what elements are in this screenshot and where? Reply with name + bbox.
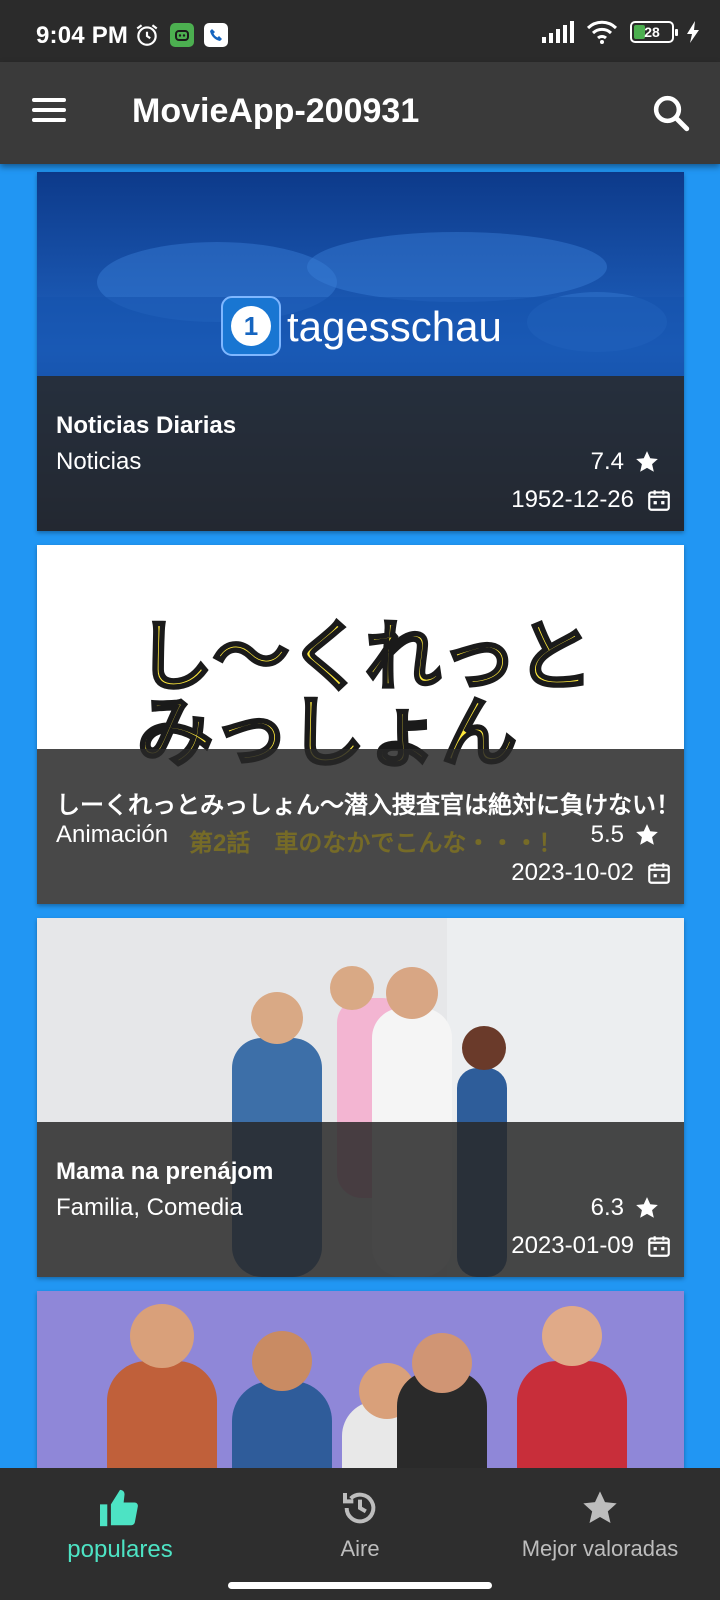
- movie-genre: Animación: [56, 821, 169, 848]
- star-icon: [636, 451, 658, 472]
- movie-genre: Familia, Comedia: [56, 1194, 243, 1221]
- signal-icon: [542, 21, 574, 43]
- movie-info-overlay: Mama na prenájom Familia, Comedia 6.3 20…: [37, 1122, 684, 1277]
- phone-app-icon: [204, 23, 228, 47]
- battery-level: 28: [644, 24, 660, 40]
- movie-info-overlay: 第2話 車のなかでこんな・・・！ しーくれっとみっしょん〜潜入捜査官は絶対に負け…: [37, 749, 684, 904]
- nav-item-mejor-valoradas[interactable]: Mejor valoradas: [480, 1468, 720, 1570]
- movie-genre: Noticias: [56, 448, 142, 475]
- bottom-navigation: populares Aire Mejor valoradas: [0, 1468, 720, 1570]
- nav-label: populares: [67, 1536, 173, 1563]
- calendar-icon: [648, 490, 670, 511]
- date-value: 2023-10-02: [511, 859, 634, 886]
- nav-label: Aire: [340, 1536, 380, 1561]
- calendar-icon: [648, 1236, 670, 1257]
- wifi-icon: [586, 20, 618, 44]
- status-notification-icons: [134, 22, 228, 48]
- calendar-icon: [648, 863, 670, 884]
- rating-value: 7.4: [590, 448, 624, 475]
- movie-list[interactable]: 1 tagesschau Noticias Diarias Noticias 7…: [0, 164, 720, 1468]
- rating-value: 6.3: [590, 1194, 624, 1221]
- status-bar: 9:04 PM 28: [0, 0, 720, 62]
- movie-card[interactable]: 1 tagesschau Noticias Diarias Noticias 7…: [37, 172, 684, 531]
- app-title: MovieApp-200931: [132, 92, 420, 130]
- movie-date: 2023-01-09: [511, 1232, 672, 1260]
- star-icon: [636, 824, 658, 845]
- movie-title: Noticias Diarias: [56, 412, 237, 439]
- movie-poster: [37, 1291, 684, 1468]
- movie-rating: 7.4: [591, 448, 660, 476]
- poster-subtitle: 第2話 車のなかでこんな・・・！: [189, 830, 563, 857]
- movie-info-overlay: Noticias Diarias Noticias 7.4 1952-12-26: [37, 376, 684, 531]
- gesture-navigation-bar[interactable]: [228, 1582, 492, 1589]
- charging-icon: [687, 21, 699, 43]
- nav-item-aire[interactable]: Aire: [240, 1468, 480, 1570]
- app-bar: MovieApp-200931: [0, 62, 720, 164]
- alarm-icon: [136, 24, 158, 46]
- movie-date: 2023-10-02: [511, 859, 672, 887]
- nav-item-populares[interactable]: populares: [0, 1468, 240, 1570]
- history-clock-icon: [343, 1492, 376, 1524]
- battery-icon: 28: [630, 21, 678, 43]
- poster-logo-text: tagesschau: [287, 303, 502, 350]
- movie-card[interactable]: し〜くれっと みっしょん 第2話 車のなかでこんな・・・！ しーくれっとみっしょ…: [37, 545, 684, 904]
- hamburger-menu-icon[interactable]: [30, 94, 70, 134]
- search-icon[interactable]: [650, 92, 692, 134]
- status-system-icons: 28: [542, 20, 700, 44]
- thumbs-up-icon: [100, 1489, 138, 1527]
- star-icon: [583, 1491, 617, 1523]
- gesture-area: [0, 1570, 720, 1600]
- bot-notification-icon: [170, 23, 194, 47]
- star-icon: [636, 1197, 658, 1218]
- date-value: 2023-01-09: [511, 1232, 634, 1259]
- movie-rating: 6.3: [591, 1194, 660, 1222]
- nav-label: Mejor valoradas: [521, 1536, 679, 1561]
- status-time: 9:04 PM: [36, 22, 129, 49]
- date-value: 1952-12-26: [511, 486, 634, 513]
- movie-rating: 5.5: [591, 821, 660, 849]
- movie-card[interactable]: [37, 1291, 684, 1468]
- movie-card[interactable]: Mama na prenájom Familia, Comedia 6.3 20…: [37, 918, 684, 1277]
- movie-title: しーくれっとみっしょん〜潜入捜査官は絶対に負けない！: [56, 792, 676, 819]
- movie-date: 1952-12-26: [511, 486, 672, 514]
- rating-value: 5.5: [590, 821, 624, 848]
- movie-title: Mama na prenájom: [56, 1158, 274, 1185]
- svg-text:1: 1: [244, 311, 258, 341]
